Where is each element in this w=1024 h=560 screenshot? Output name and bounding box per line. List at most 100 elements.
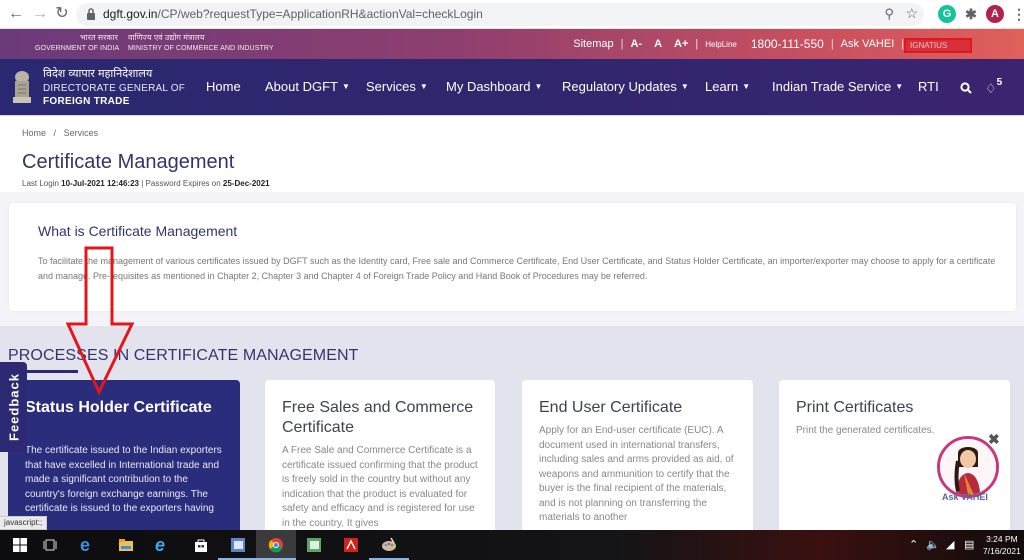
last-login-value: 10-Jul-2021 12:46:23 (61, 179, 139, 188)
card-title: Free Sales and Commerce Certificate (282, 399, 474, 436)
chevron-down-icon: ▼ (534, 82, 543, 91)
url-text: dgft.gov.in/CP/web?requestType=Applicati… (103, 7, 483, 21)
main-navigation: विदेश व्यापार महानिदेशालय DIRECTORATE GE… (0, 59, 1024, 115)
card-end-user-certificate[interactable]: End User Certificate Apply for an End-us… (522, 380, 753, 540)
chevron-down-icon: ▼ (895, 82, 904, 91)
nav-about-dgft[interactable]: About DGFT ▼ (265, 79, 350, 94)
task-view-icon (43, 539, 57, 551)
taskbar-chrome[interactable] (256, 530, 296, 560)
paint-palette-icon (382, 537, 396, 551)
taskbar-edge[interactable]: e (68, 530, 108, 560)
user-menu[interactable]: IGNATIUS (904, 38, 972, 53)
close-icon[interactable]: ✖ (988, 432, 1000, 446)
nav-indian-trade-service[interactable]: Indian Trade Service ▼ (772, 79, 903, 94)
nav-label: Home (206, 79, 241, 94)
processes-heading: PROCESSES IN CERTIFICATE MANAGEMENT (8, 347, 359, 364)
breadcrumb-home[interactable]: Home (22, 128, 46, 138)
card-title: Print Certificates (796, 399, 914, 416)
nav-learn[interactable]: Learn ▼ (705, 79, 750, 94)
chevron-down-icon: ▼ (680, 82, 689, 91)
about-section: What is Certificate Management To facili… (9, 203, 1016, 311)
feedback-tab[interactable]: Feedback (0, 362, 27, 452)
card-free-sales-commerce-certificate[interactable]: Free Sales and Commerce Certificate A Fr… (265, 380, 495, 540)
nav-regulatory-updates[interactable]: Regulatory Updates ▼ (562, 79, 689, 94)
taskbar-paint[interactable] (369, 530, 409, 560)
volume-icon[interactable]: 🔈 (926, 538, 940, 551)
font-normal-button[interactable]: A (654, 38, 662, 50)
acrobat-pdf-icon (344, 538, 358, 552)
word-icon (231, 538, 245, 552)
edge-icon: e (80, 535, 91, 555)
government-header: भारत सरकार GOVERNMENT OF INDIA वाणिज्य ए… (0, 29, 1024, 59)
system-clock[interactable]: 3:24 PM 7/16/2021 (983, 533, 1021, 557)
ministry-hindi: वाणिज्य एवं उद्योग मंत्रालय (128, 33, 205, 42)
profile-avatar[interactable]: A (986, 5, 1004, 23)
brand-hindi: विदेश व्यापार महानिदेशालय (43, 68, 153, 80)
task-view-button[interactable] (30, 530, 70, 560)
taskbar-file-explorer[interactable] (106, 530, 146, 560)
action-center-icon[interactable]: ▤ (964, 538, 974, 551)
nav-home[interactable]: Home (206, 79, 241, 94)
chevron-down-icon: ▼ (742, 82, 751, 91)
brand-line-2: FOREIGN TRADE (43, 96, 130, 107)
windows-logo-icon (13, 538, 27, 552)
taskbar-store[interactable] (181, 530, 221, 560)
reload-icon[interactable]: ↻ (52, 4, 72, 24)
card-title: End User Certificate (539, 399, 683, 416)
notification-count: 5 (996, 77, 1003, 88)
internet-explorer-icon: e (155, 535, 166, 555)
divider: | (695, 38, 699, 50)
vahei-label[interactable]: Ask VAHEI (942, 492, 988, 502)
breadcrumb: Home / Services (22, 128, 98, 138)
national-emblem-logo (13, 71, 31, 103)
wifi-icon[interactable]: ◢ (946, 538, 954, 551)
store-bag-icon (195, 539, 207, 552)
card-title: Status Holder Certificate (25, 399, 212, 416)
nav-label: Regulatory Updates (562, 79, 677, 94)
bookmark-star-icon[interactable]: ☆ (905, 5, 918, 22)
notifications-button[interactable]: ♢5 (985, 77, 1002, 97)
breadcrumb-separator: / (53, 128, 57, 138)
search-icon[interactable] (960, 82, 972, 94)
nav-services[interactable]: Services ▼ (366, 79, 428, 94)
taskbar-acrobat[interactable] (331, 530, 371, 560)
excel-icon (307, 538, 321, 552)
page-header: Home / Services Certificate Management L… (0, 115, 1024, 200)
nav-label: About DGFT (265, 79, 338, 94)
nav-label: RTI (918, 79, 939, 94)
browser-menu-icon[interactable]: ⋮ (1010, 5, 1024, 23)
forward-icon[interactable]: → (30, 4, 50, 24)
grammarly-extension-icon[interactable]: G (938, 5, 956, 23)
windows-taskbar: e e ⌃ 🔈 ◢ ▤ 3:24 PM 7/16/2021 (0, 530, 1024, 560)
font-decrease-button[interactable]: A- (630, 38, 642, 50)
ask-vahei-link[interactable]: Ask VAHEI (841, 38, 895, 50)
nav-label: Indian Trade Service (772, 79, 892, 94)
zoom-icon[interactable]: ⚲ (884, 6, 894, 22)
helpline-number[interactable]: 1800-111-550 (751, 37, 824, 51)
nav-rti[interactable]: RTI (918, 79, 939, 94)
nav-my-dashboard[interactable]: My Dashboard ▼ (446, 79, 542, 94)
helpline-label: HelpLine (705, 39, 737, 49)
browser-status-bar: javascript:; (0, 516, 48, 530)
ministry-english: MINISTRY OF COMMERCE AND INDUSTRY (128, 45, 274, 52)
show-hidden-icons-chevron-icon[interactable]: ⌃ (909, 538, 918, 551)
login-info: Last Login 10-Jul-2021 12:46:23 | Passwo… (22, 179, 270, 188)
gov-english: GOVERNMENT OF INDIA (35, 45, 120, 52)
divider: | (830, 38, 834, 50)
address-bar[interactable]: dgft.gov.in/CP/web?requestType=Applicati… (76, 3, 924, 26)
back-icon[interactable]: ← (6, 4, 26, 24)
annotation-arrow-icon (66, 246, 135, 396)
folder-icon (119, 539, 133, 551)
taskbar-excel[interactable] (294, 530, 334, 560)
gov-hindi: भारत सरकार (80, 33, 118, 42)
card-description: The certificate issued to the Indian exp… (25, 445, 222, 514)
sitemap-link[interactable]: Sitemap (573, 38, 613, 50)
font-increase-button[interactable]: A+ (674, 38, 688, 50)
nav-label: Learn (705, 79, 739, 94)
extensions-puzzle-icon[interactable]: ✱ (962, 5, 980, 23)
about-heading: What is Certificate Management (38, 223, 238, 239)
nav-label: Services (366, 79, 416, 94)
taskbar-internet-explorer[interactable]: e (143, 530, 183, 560)
taskbar-word[interactable] (218, 530, 258, 560)
clock-date: 7/16/2021 (983, 546, 1021, 556)
